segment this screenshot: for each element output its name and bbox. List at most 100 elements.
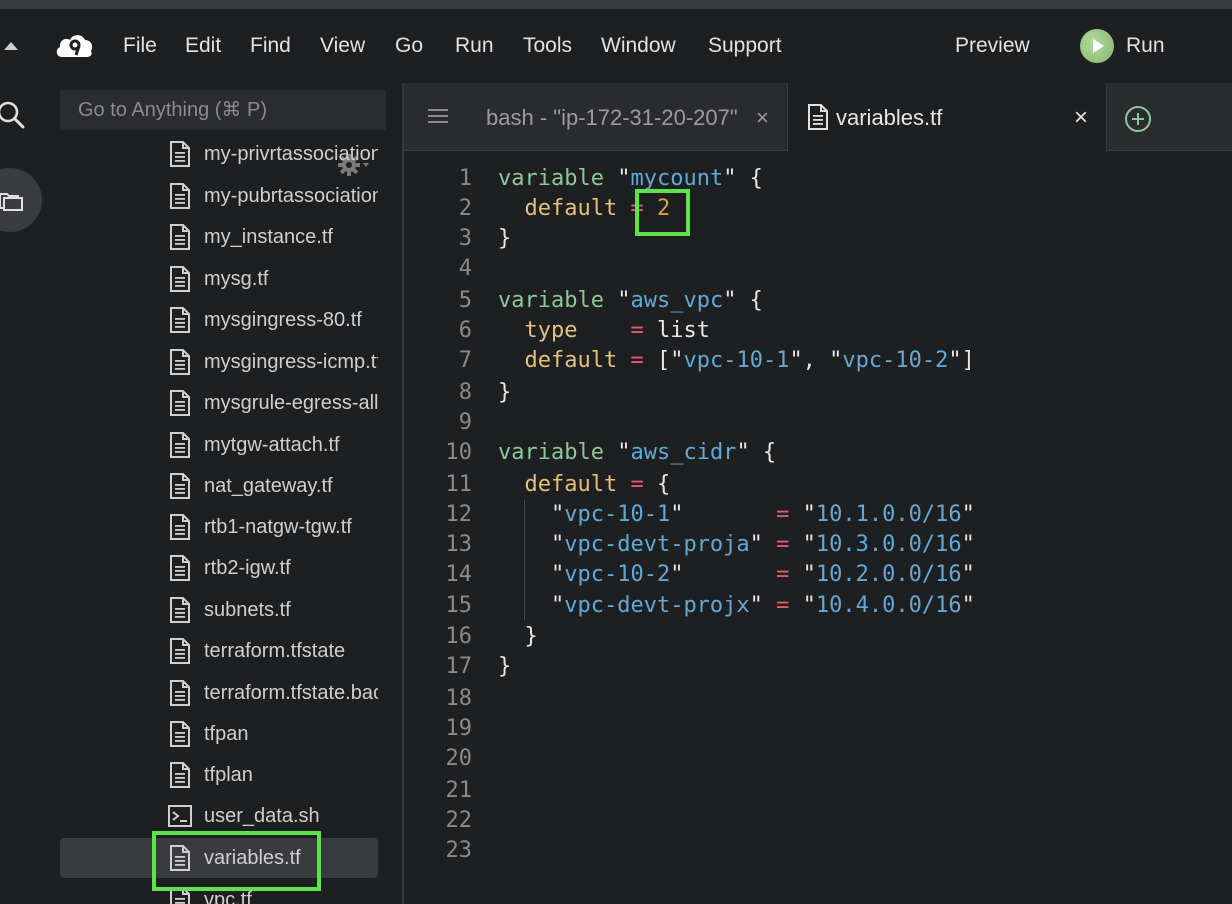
folder-icon — [0, 193, 23, 211]
code-text: "vpc-devt-projx" = "10.4.0.0/16" — [498, 593, 975, 618]
file-icon — [170, 638, 190, 664]
file-name: tfplan — [204, 764, 253, 786]
file-tree-item[interactable]: vpc.tf — [60, 880, 378, 904]
file-name: mysgingress-icmp.tf — [204, 351, 378, 373]
cloud9-logo-icon[interactable] — [54, 31, 94, 61]
go-to-anything-input[interactable]: Go to Anything (⌘ P) — [60, 90, 386, 130]
play-icon — [1080, 29, 1114, 63]
line-number: 8 — [458, 380, 472, 405]
file-name: mysg.tf — [204, 268, 269, 290]
code-line: 16 } — [404, 624, 1232, 654]
code-line: 17} — [404, 654, 1232, 684]
code-token: = — [776, 593, 790, 618]
code-line: 23 — [404, 838, 1232, 868]
file-icon — [170, 390, 190, 416]
code-line: 8} — [404, 380, 1232, 410]
file-icon — [170, 307, 190, 333]
file-tree-item[interactable]: my-pubrtassociation — [60, 176, 378, 216]
file-name: vpc.tf — [204, 889, 252, 904]
file-tree-item[interactable]: rtb1-natgw-tgw.tf — [60, 507, 378, 547]
line-number: 22 — [445, 808, 473, 833]
file-tree-item[interactable]: mysgingress-80.tf — [60, 300, 378, 340]
collapse-arrow-icon[interactable] — [2, 39, 20, 53]
line-number: 3 — [458, 226, 472, 251]
code-token: vpc-devt-proja — [564, 532, 750, 557]
code-line: 1 variable "mycount" { — [404, 166, 1232, 196]
file-tree-item[interactable]: subnets.tf — [60, 590, 378, 630]
file-tree-item[interactable]: mysg.tf — [60, 259, 378, 299]
file-tree-item[interactable]: variables.tf — [60, 838, 378, 878]
file-name: my_instance.tf — [204, 226, 333, 248]
code-line: 21 — [404, 778, 1232, 808]
hamburger-menu-icon[interactable] — [428, 107, 448, 125]
file-name: nat_gateway.tf — [204, 475, 333, 497]
code-token: " — [749, 593, 777, 618]
code-token: " — [789, 562, 816, 587]
menu-tools[interactable]: Tools — [523, 34, 572, 58]
file-tree-item[interactable]: mytgw-attach.tf — [60, 425, 378, 465]
line-number: 15 — [445, 593, 473, 618]
code-token: " — [603, 440, 631, 465]
menu-support[interactable]: Support — [708, 34, 782, 58]
add-tab-icon[interactable] — [1124, 105, 1152, 133]
code-token: "] — [948, 348, 975, 373]
code-token: " — [789, 502, 816, 527]
code-token: " — [789, 593, 816, 618]
file-icon — [170, 349, 190, 375]
preview-button[interactable]: Preview — [955, 34, 1030, 58]
file-tree-item[interactable]: tfplan — [60, 755, 378, 795]
close-icon[interactable]: × — [756, 105, 769, 131]
file-tree-item[interactable]: rtb2-igw.tf — [60, 548, 378, 588]
file-tree-item[interactable]: mysgingress-icmp.tf — [60, 342, 378, 382]
file-tree-item[interactable]: terraform.tfstate — [60, 631, 378, 671]
file-name: mysgingress-80.tf — [204, 309, 362, 331]
menu-find[interactable]: Find — [250, 34, 291, 58]
code-token: list — [643, 318, 710, 343]
file-tree-item[interactable]: nat_gateway.tf — [60, 466, 378, 506]
environment-files-button[interactable] — [0, 168, 42, 232]
code-token: default — [524, 348, 618, 373]
code-token: " { — [736, 440, 777, 465]
code-token: ", " — [789, 348, 843, 373]
code-token: " — [789, 532, 816, 557]
file-tree-item[interactable]: tfpan — [60, 714, 378, 754]
file-name: variables.tf — [204, 847, 301, 869]
code-token: " — [670, 502, 777, 527]
file-tree-item[interactable]: mysgrule-egress-all — [60, 383, 378, 423]
menu-go[interactable]: Go — [395, 34, 423, 58]
file-tree-item[interactable]: terraform.tfstate.backup — [60, 673, 378, 713]
menu-edit[interactable]: Edit — [185, 34, 221, 58]
menu-view[interactable]: View — [320, 34, 365, 58]
code-line: 6 type = list — [404, 318, 1232, 348]
code-token: " { — [723, 288, 763, 313]
window-top-strip — [0, 0, 1232, 9]
code-token: " — [498, 532, 565, 557]
file-tree-item[interactable]: user_data.sh — [60, 796, 378, 836]
tab-bash-terminal[interactable]: bash - "ip-172-31-20-207" × — [462, 83, 786, 151]
tab-variables-tf[interactable]: variables.tf × — [787, 83, 1107, 152]
file-tree-item[interactable]: my_instance.tf — [60, 217, 378, 257]
code-token: " — [603, 166, 631, 191]
file-name: rtb2-igw.tf — [204, 557, 291, 579]
code-text: } — [498, 624, 537, 649]
run-button[interactable]: Run — [1080, 29, 1165, 63]
file-name: my-privrtassociation — [204, 143, 378, 165]
line-number: 21 — [445, 778, 473, 803]
file-icon — [170, 597, 190, 623]
code-text: variable "aws_cidr" { — [498, 440, 776, 465]
menu-file[interactable]: File — [123, 34, 157, 58]
menu-window[interactable]: Window — [601, 34, 676, 58]
file-tree-item[interactable]: my-privrtassociation — [60, 134, 378, 174]
line-number: 18 — [445, 686, 473, 711]
close-icon[interactable]: × — [1074, 104, 1088, 132]
code-line: 12 "vpc-10-1" = "10.1.0.0/16" — [404, 502, 1232, 532]
file-name: user_data.sh — [204, 805, 320, 827]
code-editor[interactable]: 1 variable "mycount" {2 default = 2 3} 4 5 va… — [404, 152, 1232, 904]
menu-run[interactable]: Run — [455, 34, 494, 58]
search-icon[interactable] — [0, 100, 26, 130]
code-token: } — [498, 226, 512, 251]
code-token: variable — [498, 440, 604, 465]
